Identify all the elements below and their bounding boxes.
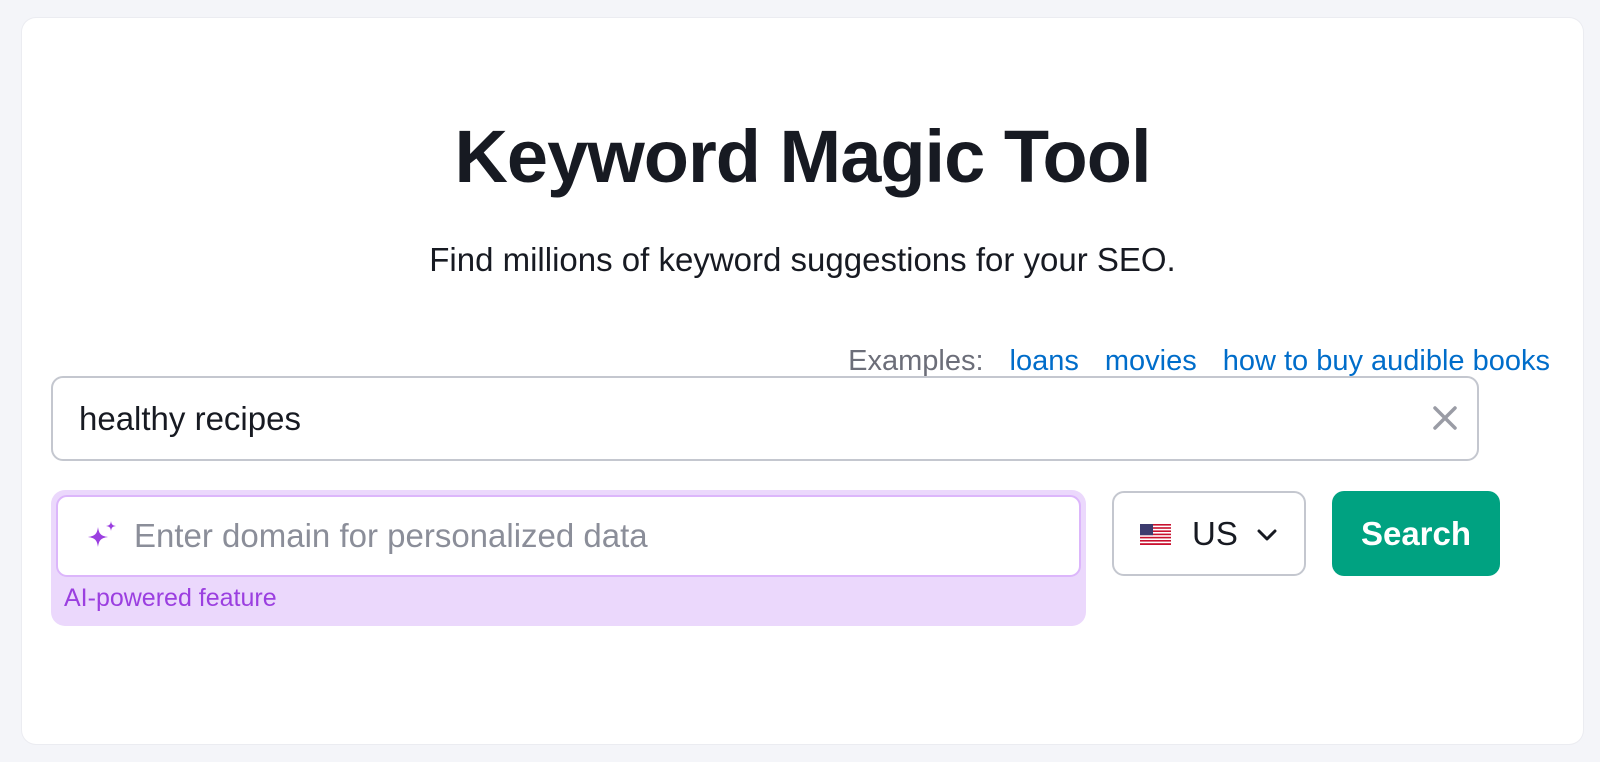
example-link-loans[interactable]: loans	[1010, 343, 1079, 379]
examples-row: Examples: loans movies how to buy audibl…	[848, 343, 1550, 379]
us-flag-icon	[1140, 524, 1171, 545]
ai-domain-panel: AI-powered feature	[51, 490, 1086, 626]
domain-input-box	[56, 495, 1081, 577]
country-code: US	[1192, 515, 1238, 552]
domain-input[interactable]	[134, 497, 1054, 575]
close-icon[interactable]	[1429, 402, 1461, 434]
chevron-down-icon	[1257, 529, 1277, 541]
example-link-movies[interactable]: movies	[1105, 343, 1197, 379]
country-select[interactable]: US	[1112, 491, 1306, 576]
example-link-audible-books[interactable]: how to buy audible books	[1223, 343, 1550, 379]
keyword-input-box	[51, 376, 1479, 461]
keyword-input[interactable]	[79, 378, 1399, 459]
search-button[interactable]: Search	[1332, 491, 1500, 576]
sparkle-icon	[88, 521, 116, 547]
examples-label: Examples:	[848, 345, 984, 377]
page-subtitle: Find millions of keyword suggestions for…	[429, 241, 1176, 278]
page-title: Keyword Magic Tool	[454, 115, 1151, 198]
ai-feature-label: AI-powered feature	[64, 584, 277, 612]
